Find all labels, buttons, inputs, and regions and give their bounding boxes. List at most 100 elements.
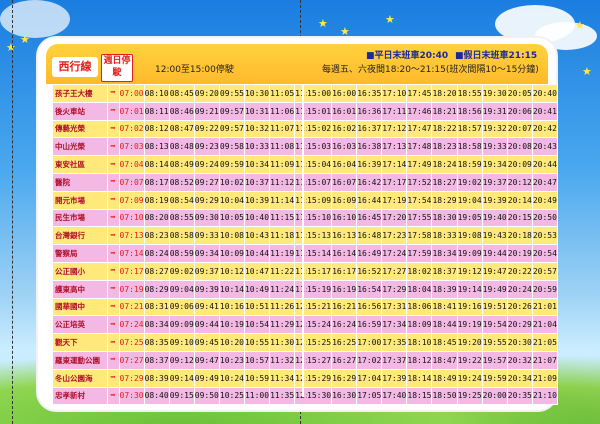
departure-time: 20:19 (507, 244, 533, 263)
departure-time: 20:09 (507, 155, 533, 174)
departure-time: 20:07 (507, 120, 533, 139)
departure-time: 09:12 (169, 351, 195, 370)
departure-time: 10:31 (244, 102, 271, 121)
departure-time: 16:13 (331, 226, 358, 246)
departure-time: 17:10 (381, 85, 408, 103)
departure-time: 17:35 (381, 333, 408, 352)
departure-time: 19:16 (457, 298, 483, 317)
departure-time: 08:58 (169, 226, 195, 246)
stop-name: 台灣銀行 (53, 226, 108, 246)
departure-time: 09:55 (219, 85, 245, 103)
departure-time: 20:41 (532, 102, 558, 121)
departure-time: 07:17 (119, 262, 145, 281)
departure-time: 10:30 (244, 85, 271, 103)
departure-time: 19:24 (457, 369, 483, 388)
departure-time: 17:58 (406, 226, 433, 246)
arrow-icon: ➡ (107, 369, 120, 388)
table-row: 15:13 16:13 16:48 17:23 17:58 18:33 19:08 19:43… (307, 226, 558, 246)
departure-time: 10:02 (219, 173, 245, 192)
departure-time: 09:57 (219, 102, 245, 121)
departure-time: 09:02 (169, 262, 195, 281)
departure-time: 10:24 (219, 369, 245, 388)
departure-time: 16:37 (356, 120, 383, 139)
departure-time: 10:09 (219, 244, 245, 263)
departure-time: 19:08 (457, 226, 483, 246)
arrow-icon: ➡ (107, 155, 120, 174)
arrow-icon: ➡ (107, 351, 120, 370)
departure-time: 19:47 (482, 262, 508, 281)
departure-time: 18:12 (406, 351, 433, 370)
departure-time: 09:41 (194, 298, 220, 317)
departure-time: 08:34 (144, 315, 170, 335)
departure-time: 16:19 (331, 280, 358, 299)
departure-time: 08:14 (144, 155, 170, 174)
departure-time: 17:19 (381, 191, 408, 210)
departure-time: 18:29 (431, 191, 458, 210)
departure-time: 07:13 (119, 226, 145, 246)
departure-time: 18:57 (457, 120, 483, 139)
departure-time: 20:24 (507, 280, 533, 299)
departure-time: 09:44 (194, 315, 220, 335)
departure-time: 10:37 (244, 173, 271, 192)
departure-time: 17:54 (406, 191, 433, 210)
departure-time: 15:29 (307, 369, 333, 388)
departure-time: 16:30 (331, 387, 358, 406)
departure-time: 21:09 (532, 369, 558, 388)
departure-time: 20:05 (507, 85, 533, 103)
departure-time: 08:29 (144, 280, 170, 299)
arrow-icon: ➡ (107, 387, 120, 406)
departure-time: 18:04 (406, 280, 433, 299)
departure-time: 17:48 (406, 137, 433, 157)
departure-time: 07:19 (119, 280, 145, 299)
departure-time: 07:03 (119, 137, 145, 157)
departure-time: 16:44 (356, 191, 383, 210)
departure-time: 20:43 (532, 137, 558, 157)
departure-time: 08:27 (144, 262, 170, 281)
departure-time: 17:02 (356, 351, 383, 370)
departure-time: 10:32 (244, 120, 271, 139)
departure-time: 08:47 (169, 120, 195, 139)
table-row: 15:03 16:03 16:38 17:13 17:48 18:23 18:58 19:33… (307, 137, 558, 157)
departure-time: 18:41 (431, 298, 458, 317)
departure-time: 17:40 (381, 387, 408, 406)
departure-time: 15:14 (307, 244, 333, 263)
departure-time: 18:33 (431, 226, 458, 246)
departure-time: 18:39 (431, 280, 458, 299)
departure-time: 07:01 (119, 102, 145, 121)
departure-time: 10:05 (219, 209, 245, 228)
departure-time: 08:52 (169, 173, 195, 192)
table-row: 冬山公園海 ➡ 07:29 08:39 09:14 09:49 10:24 10:59 11:3… (53, 369, 321, 388)
departure-time: 15:27 (307, 351, 333, 370)
departure-time: 17:23 (381, 226, 408, 246)
departure-time: 17:47 (406, 120, 433, 139)
stop-name: 羅東運動公園 (53, 351, 108, 370)
departure-time: 08:55 (169, 209, 195, 228)
departure-time: 19:02 (457, 173, 483, 192)
departure-time: 16:25 (331, 333, 358, 352)
departure-time: 15:09 (307, 191, 333, 210)
departure-time: 08:35 (144, 333, 170, 352)
holiday-last-bus: ■假日末班車21:15 (455, 51, 538, 61)
stop-name: 醫院 (53, 173, 108, 192)
departure-time: 11:08 (269, 137, 296, 157)
arrow-icon: ➡ (107, 102, 120, 121)
departure-time: 09:39 (194, 280, 220, 299)
departure-time: 19:05 (457, 209, 483, 228)
departure-time: 19:34 (482, 155, 508, 174)
departure-time: 10:23 (219, 351, 245, 370)
departure-time: 09:30 (194, 209, 220, 228)
arrow-icon: ➡ (107, 262, 120, 281)
table-row: 15:29 16:29 17:04 17:39 18:14 18:49 19:24 19:59… (307, 369, 558, 388)
departure-time: 15:21 (307, 298, 333, 317)
departure-time: 21:04 (532, 315, 558, 335)
departure-time: 08:59 (169, 244, 195, 263)
table-row: 15:25 16:25 17:00 17:35 18:10 18:45 19:20 19:55… (307, 333, 558, 352)
departure-time: 18:06 (406, 298, 433, 317)
table-row: 15:19 16:19 16:54 17:29 18:04 18:39 19:14 19:49… (307, 280, 558, 299)
departure-time: 20:26 (507, 298, 533, 317)
departure-time: 19:57 (482, 351, 508, 370)
departure-time: 20:12 (507, 173, 533, 192)
departure-time: 10:47 (244, 262, 271, 281)
departure-time: 16:36 (356, 102, 383, 121)
departure-time: 10:55 (244, 333, 271, 352)
